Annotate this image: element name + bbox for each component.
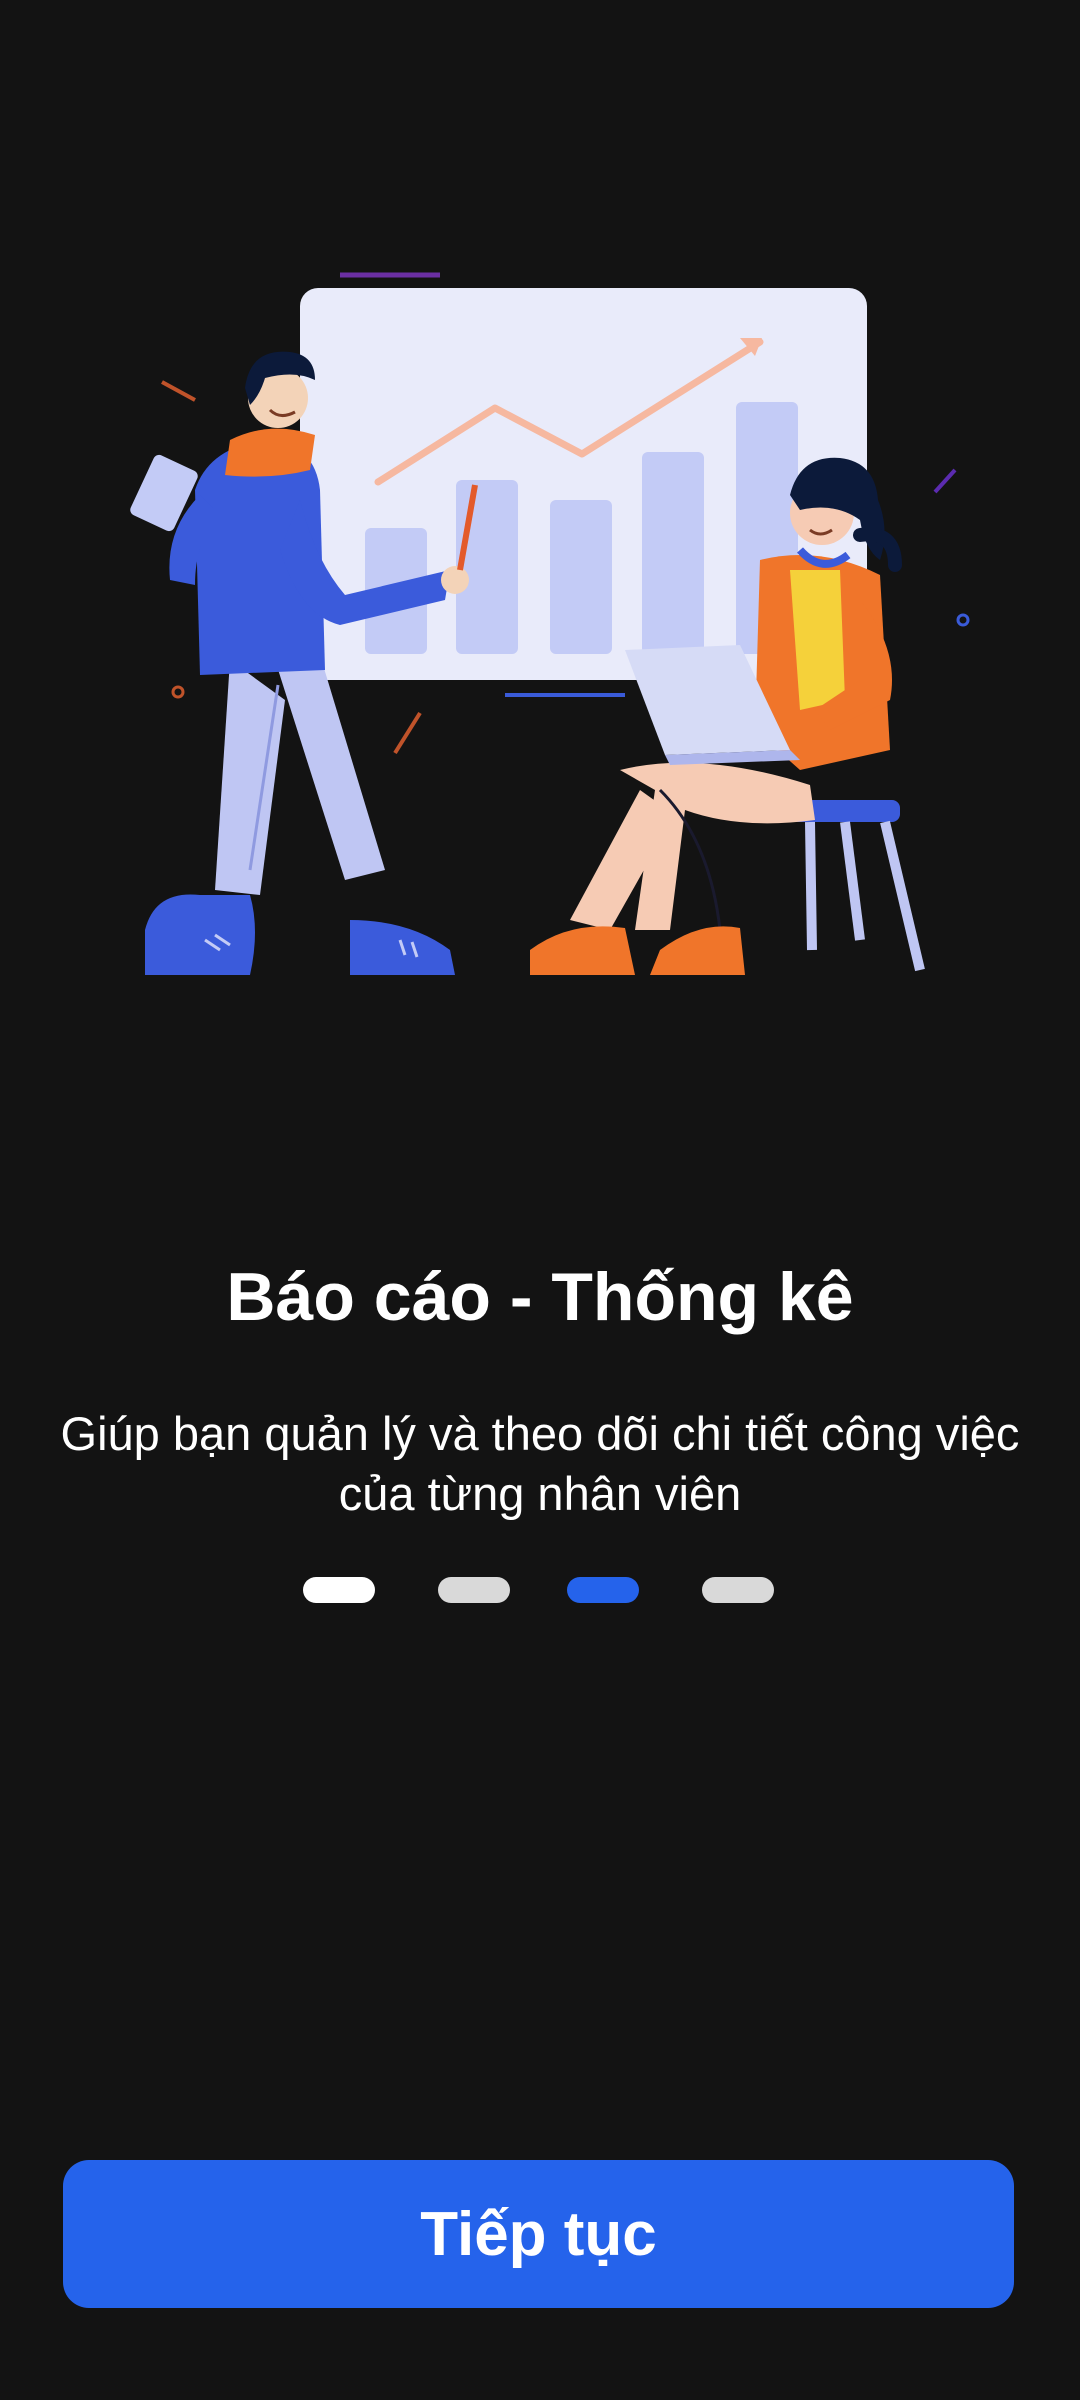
page-title: Báo cáo - Thống kê <box>226 1259 854 1335</box>
page-indicator <box>0 1577 1080 1603</box>
page-indicator-dot-4[interactable] <box>702 1577 774 1603</box>
onboarding-illustration <box>100 230 1030 990</box>
presentation-analytics-illustration <box>130 272 970 975</box>
page-description: Giúp bạn quản lý và theo dõi chi tiết cô… <box>60 1407 1020 1520</box>
page-indicator-dot-3-active[interactable] <box>567 1577 639 1603</box>
page-indicator-dot-1[interactable] <box>303 1577 375 1603</box>
page-indicator-dot-2[interactable] <box>438 1577 510 1603</box>
continue-button[interactable]: Tiếp tục <box>63 2160 1014 2308</box>
